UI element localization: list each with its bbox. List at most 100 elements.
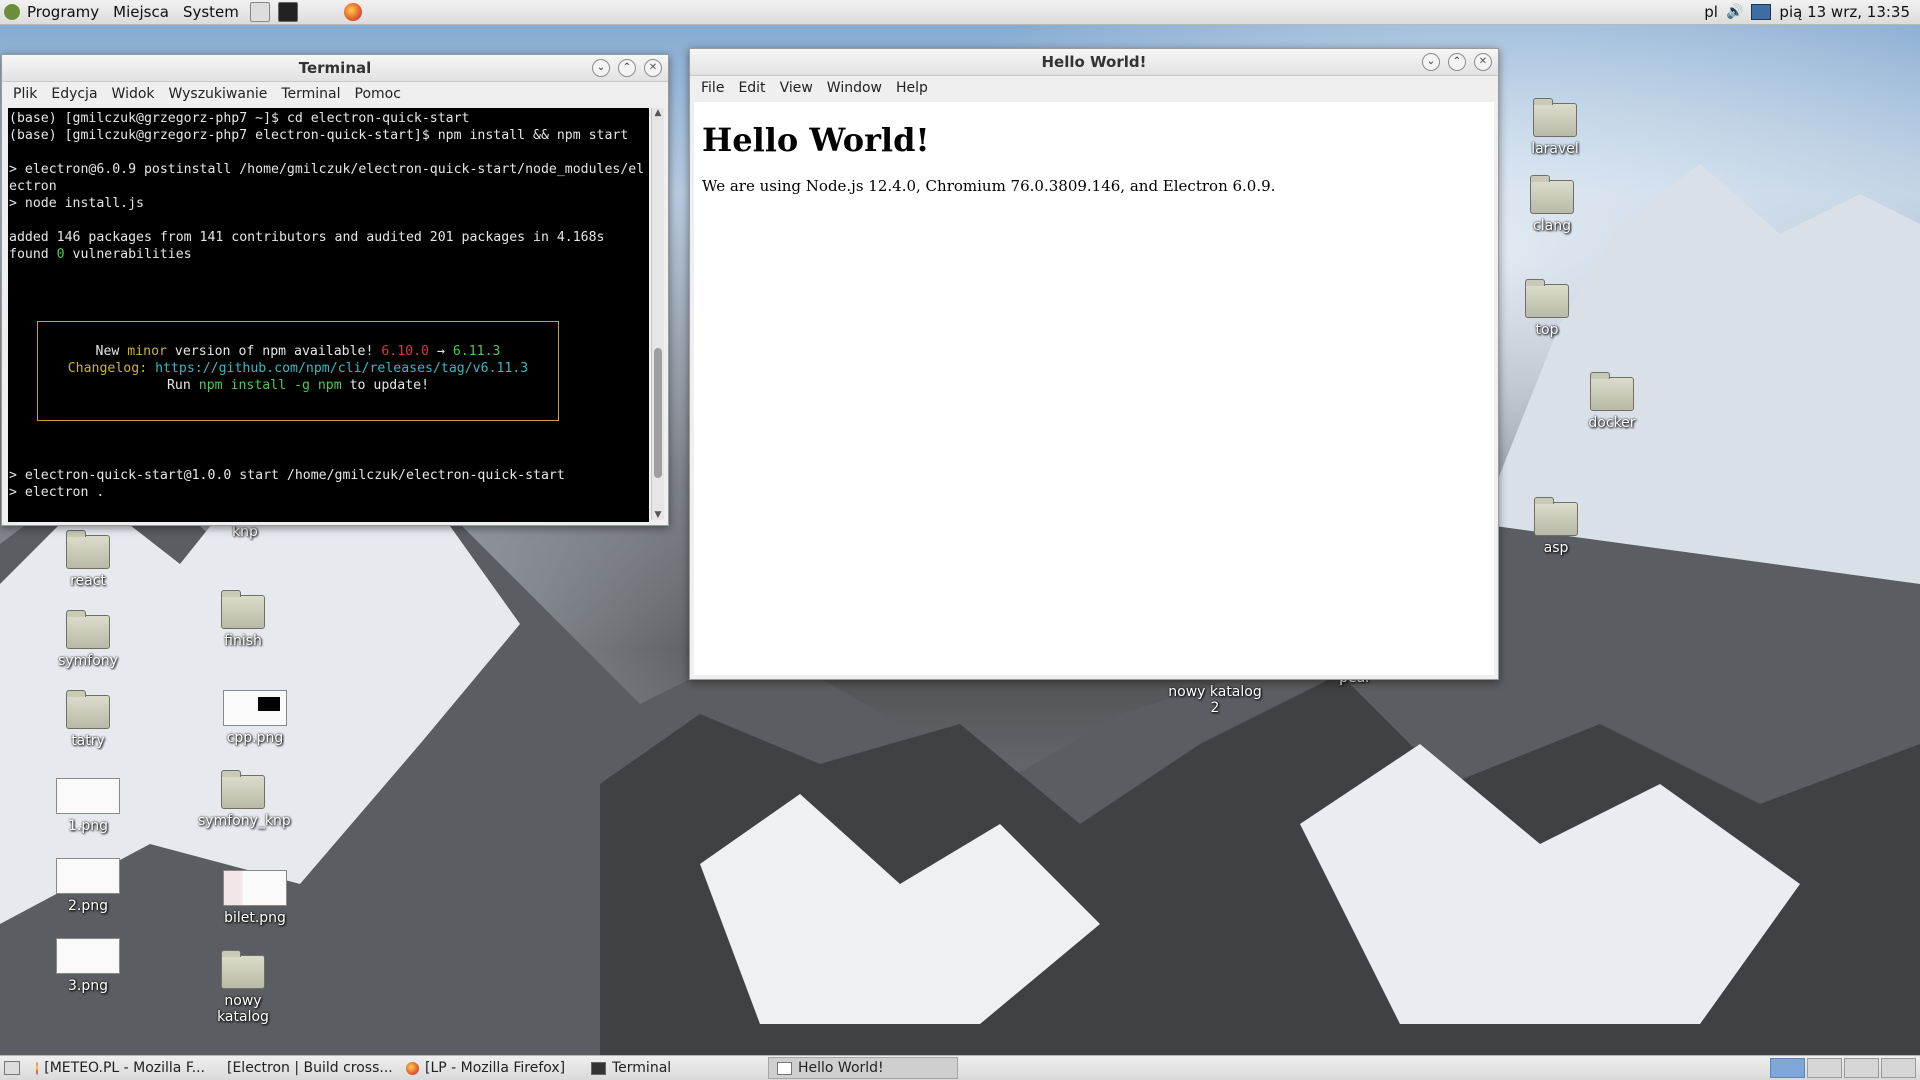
terminal-line: ectron (9, 179, 57, 194)
menu-widok[interactable]: Widok (105, 86, 162, 102)
desktop-icon-label: asp (1543, 540, 1569, 556)
changelog-link[interactable]: https://github.com/npm/cli/releases/tag/… (155, 361, 528, 376)
desktop-icon-label: knp (232, 524, 258, 540)
electron-menubar: File Edit View Window Help (690, 76, 1498, 100)
bottom-panel: [METEO.PL - Mozilla F... [Electron | Bui… (0, 1055, 1920, 1080)
menu-system[interactable]: System (176, 0, 246, 24)
keyboard-layout-indicator[interactable]: pl (1704, 3, 1718, 21)
menu-wyszukiwanie[interactable]: Wyszukiwanie (162, 86, 275, 102)
desktop-icon-cpp-png[interactable]: cpp.png (210, 690, 300, 746)
desktop-icon-symfony[interactable]: symfony (43, 610, 133, 669)
menu-edycja[interactable]: Edycja (44, 86, 104, 102)
menu-programy[interactable]: Programy (20, 0, 106, 24)
image-thumbnail-icon (223, 870, 287, 906)
firefox-launcher-icon[interactable] (343, 3, 362, 21)
desktop-icon-label: clang (1533, 218, 1571, 234)
desktop-icon-nowy-katalog-2[interactable]: nowy katalog 2 (1165, 680, 1265, 716)
scroll-down-icon[interactable]: ▼ (652, 510, 664, 520)
gnome-foot-icon[interactable] (4, 4, 20, 20)
workspace-4[interactable] (1881, 1058, 1916, 1078)
folder-icon (1534, 497, 1578, 536)
terminal-window[interactable]: Terminal ⌄ ⌃ ✕ Plik Edycja Widok Wyszuki… (1, 54, 669, 526)
desktop-icon-laravel[interactable]: laravel (1510, 98, 1600, 157)
menu-terminal[interactable]: Terminal (274, 86, 347, 102)
version-info: We are using Node.js 12.4.0, Chromium 76… (702, 177, 1276, 195)
menu-plik[interactable]: Plik (6, 86, 44, 102)
taskbar-item[interactable]: [Electron | Build cross... (213, 1057, 398, 1079)
volume-icon[interactable]: 🔊 (1726, 4, 1743, 20)
menu-pomoc[interactable]: Pomoc (348, 86, 408, 102)
desktop-icon-finish[interactable]: finish (198, 590, 288, 649)
workspace-switcher (1770, 1058, 1920, 1078)
menu-help[interactable]: Help (889, 80, 935, 96)
firefox-icon (36, 1061, 39, 1075)
text-editor-launcher-icon[interactable] (249, 2, 270, 22)
desktop-icon-label: 1.png (67, 818, 108, 834)
scrollbar-thumb[interactable] (654, 348, 662, 478)
terminal-menubar: Plik Edycja Widok Wyszukiwanie Terminal … (2, 82, 668, 106)
maximize-icon[interactable]: ⌃ (1448, 53, 1466, 71)
desktop-icon-1-png[interactable]: 1.png (43, 778, 133, 834)
electron-page-content: Hello World! We are using Node.js 12.4.0… (694, 102, 1494, 675)
window-title: Hello World! (1041, 53, 1147, 71)
folder-icon (66, 610, 110, 649)
desktop-icon-tatry[interactable]: tatry (43, 690, 133, 749)
desktop-icon-bilet-png[interactable]: bilet.png (210, 870, 300, 926)
window-title: Terminal (298, 59, 372, 77)
desktop-icon-label: nowy katalog (217, 993, 269, 1025)
desktop-icon-react[interactable]: react (43, 530, 133, 589)
terminal-titlebar[interactable]: Terminal ⌄ ⌃ ✕ (2, 55, 668, 82)
workspace-1[interactable] (1770, 1058, 1805, 1078)
desktop-icon-nowy-katalog[interactable]: nowy katalog (198, 950, 288, 1025)
folder-icon (1525, 279, 1569, 318)
minimize-icon[interactable]: ⌄ (592, 59, 610, 77)
terminal-launcher-icon[interactable] (277, 2, 298, 22)
terminal-line: > electron-quick-start@1.0.0 start /home… (9, 468, 565, 483)
menu-window[interactable]: Window (820, 80, 889, 96)
minimize-icon[interactable]: ⌄ (1422, 53, 1440, 71)
close-icon[interactable]: ✕ (644, 59, 662, 77)
show-desktop-icon[interactable] (4, 1061, 20, 1075)
maximize-icon[interactable]: ⌃ (618, 59, 636, 77)
desktop-icon-label: 2.png (67, 898, 108, 914)
scroll-up-icon[interactable]: ▲ (652, 108, 664, 118)
clock[interactable]: pią 13 wrz, 13:35 (1779, 3, 1910, 21)
menu-edit[interactable]: Edit (731, 80, 772, 96)
close-icon[interactable]: ✕ (1474, 53, 1492, 71)
menu-file[interactable]: File (694, 80, 731, 96)
folder-icon (66, 690, 110, 729)
desktop-icon-asp[interactable]: asp (1511, 497, 1601, 556)
window-controls: ⌄ ⌃ ✕ (592, 59, 662, 77)
terminal-scrollbar[interactable]: ▲ ▼ (651, 108, 664, 520)
image-thumbnail-icon (223, 690, 287, 726)
electron-window[interactable]: Hello World! ⌄ ⌃ ✕ File Edit View Window… (689, 48, 1499, 680)
desktop-icon-3-png[interactable]: 3.png (43, 938, 133, 994)
taskbar-item[interactable]: [METEO.PL - Mozilla F... (28, 1057, 213, 1079)
desktop-icon-label: tatry (71, 733, 105, 749)
desktop-icon-label: symfony (58, 653, 118, 669)
workspace-3[interactable] (1844, 1058, 1879, 1078)
desktop-icon-top[interactable]: top (1502, 279, 1592, 338)
electron-titlebar[interactable]: Hello World! ⌄ ⌃ ✕ (690, 49, 1498, 76)
system-tray: pl 🔊 pią 13 wrz, 13:35 (1704, 3, 1920, 21)
menu-miejsca[interactable]: Miejsca (106, 0, 176, 24)
desktop-icon-2-png[interactable]: 2.png (43, 858, 133, 914)
desktop-icon-symfony-knp[interactable]: symfony_knp (198, 770, 291, 829)
network-icon[interactable] (1751, 4, 1772, 20)
desktop-icon-docker[interactable]: docker (1567, 372, 1657, 431)
desktop-icon-clang[interactable]: clang (1507, 175, 1597, 234)
menu-view[interactable]: View (773, 80, 820, 96)
workspace-2[interactable] (1807, 1058, 1842, 1078)
terminal-line: (base) [gmilczuk@grzegorz-php7 ~]$ cd el… (9, 111, 470, 126)
desktop-icon-label: bilet.png (224, 910, 286, 926)
image-thumbnail-icon (56, 858, 120, 894)
desktop-icon-label: nowy katalog 2 (1168, 684, 1262, 716)
taskbar-item-active[interactable]: Hello World! (768, 1057, 958, 1079)
terminal-output[interactable]: (base) [gmilczuk@grzegorz-php7 ~]$ cd el… (8, 108, 649, 522)
terminal-icon (591, 1061, 606, 1075)
terminal-line: > electron@6.0.9 postinstall /home/gmilc… (9, 162, 645, 177)
taskbar-item[interactable]: Terminal (583, 1057, 768, 1079)
folder-icon (66, 530, 110, 569)
desktop-icon-label: react (70, 573, 106, 589)
taskbar-item[interactable]: [LP - Mozilla Firefox] (398, 1057, 583, 1079)
